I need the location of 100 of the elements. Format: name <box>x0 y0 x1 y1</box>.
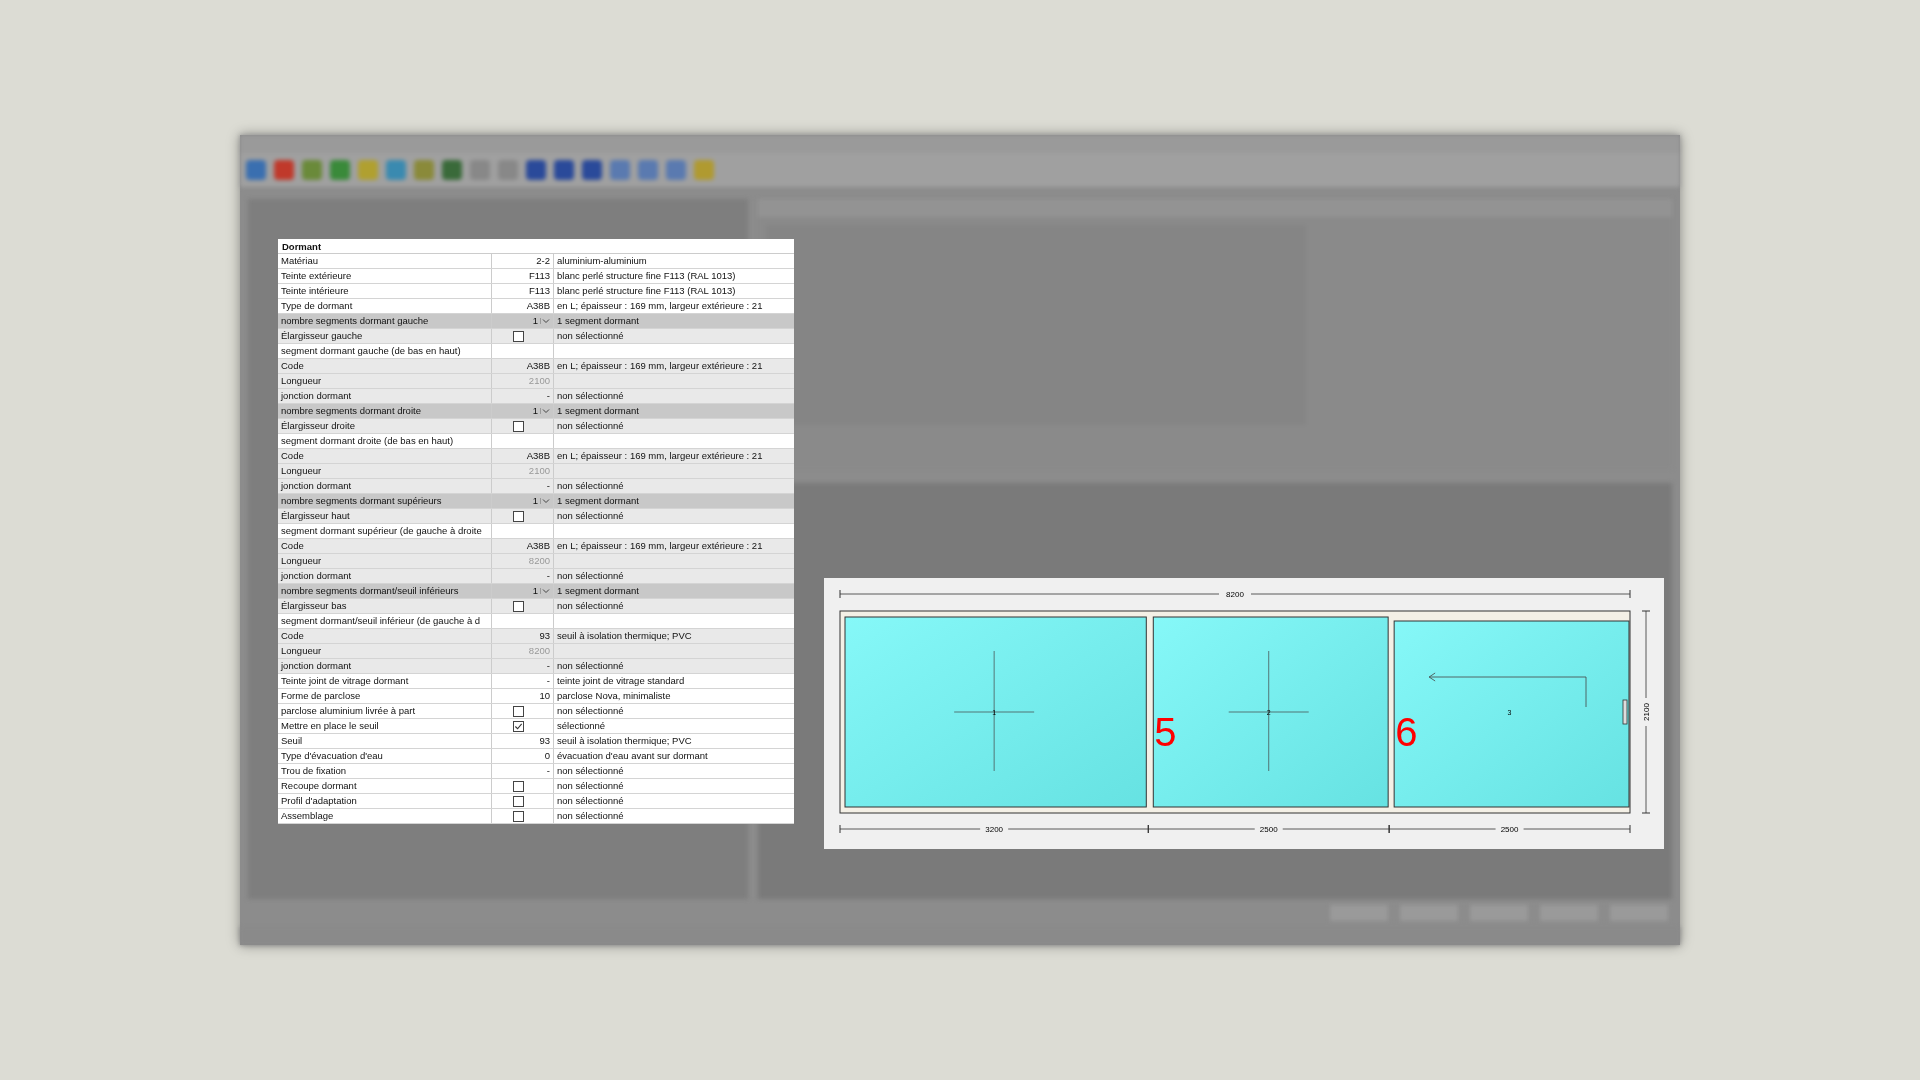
property-description: non sélectionné <box>557 795 624 806</box>
property-label: Élargisseur bas <box>281 600 347 611</box>
property-label: Seuil <box>281 735 303 746</box>
property-label: Assemblage <box>281 810 334 821</box>
toolbar-icon[interactable] <box>302 160 322 180</box>
toolbar-icon[interactable] <box>526 160 546 180</box>
property-label: jonction dormant <box>281 660 352 671</box>
property-value: A38B <box>526 449 550 463</box>
property-label: segment dormant gauche (de bas en haut) <box>281 345 461 356</box>
dimension-label: 2500 <box>1259 825 1278 834</box>
property-label: parclose aluminium livrée à part <box>281 705 416 716</box>
toolbar-icon[interactable] <box>554 160 574 180</box>
property-value: 10 <box>539 689 550 703</box>
property-value: 93 <box>539 734 550 748</box>
toolbar-icon[interactable] <box>246 160 266 180</box>
caret-icon <box>540 408 550 414</box>
toolbar-icon[interactable] <box>358 160 378 180</box>
property-value: 93 <box>539 629 550 643</box>
checkbox[interactable] <box>513 420 524 432</box>
property-value: 2100 <box>528 374 550 388</box>
property-value: F113 <box>529 269 550 283</box>
dimension-label: 3200 <box>985 825 1004 834</box>
toolbar-icon[interactable] <box>666 160 686 180</box>
property-value: 2100 <box>528 464 550 478</box>
property-description: non sélectionné <box>557 660 624 671</box>
property-value: A38B <box>526 539 550 553</box>
property-description: non sélectionné <box>557 765 624 776</box>
property-description: en L; épaisseur : 169 mm, largeur extérieure : 21 <box>557 540 763 551</box>
toolbar-icon[interactable] <box>386 160 406 180</box>
property-value: - <box>546 674 550 688</box>
count-dropdown[interactable]: 1 <box>492 404 554 418</box>
dimension-label: 2500 <box>1500 825 1519 834</box>
checkbox[interactable] <box>513 720 524 732</box>
toolbar-icon[interactable] <box>414 160 434 180</box>
property-description: non sélectionné <box>557 390 624 401</box>
property-label: Forme de parclose <box>281 690 361 701</box>
property-description: non sélectionné <box>557 810 624 821</box>
property-label: jonction dormant <box>281 480 352 491</box>
checkbox[interactable] <box>513 330 524 342</box>
property-label: nombre segments dormant gauche <box>278 314 492 328</box>
dimension-label: 2100 <box>1642 703 1651 721</box>
property-label: Code <box>281 540 304 551</box>
property-value: 8200 <box>528 554 550 568</box>
property-description: non sélectionné <box>557 705 624 716</box>
property-label: Type de dormant <box>281 300 353 311</box>
property-description: non sélectionné <box>557 570 624 581</box>
property-description: parclose Nova, minimaliste <box>557 690 671 701</box>
checkbox[interactable] <box>513 705 524 717</box>
property-label: Élargisseur haut <box>281 510 350 521</box>
property-label: Longueur <box>281 465 322 476</box>
property-label: Mettre en place le seuil <box>281 720 379 731</box>
property-description: 1 segment dormant <box>557 405 639 416</box>
caret-icon <box>540 318 550 324</box>
property-label: segment dormant supérieur (de gauche à droite <box>281 525 482 536</box>
property-description: en L; épaisseur : 169 mm, largeur extérieure : 21 <box>557 360 763 371</box>
checkbox[interactable] <box>513 795 524 807</box>
property-label: nombre segments dormant/seuil inférieurs <box>278 584 492 598</box>
property-description: en L; épaisseur : 169 mm, largeur extérieure : 21 <box>557 300 763 311</box>
property-label: Matériau <box>281 255 318 266</box>
property-description: 1 segment dormant <box>557 315 639 326</box>
property-value: A38B <box>526 299 550 313</box>
property-label: Teinte extérieure <box>281 270 352 281</box>
count-dropdown[interactable]: 1 <box>492 314 554 328</box>
property-label: Code <box>281 360 304 371</box>
property-description: non sélectionné <box>557 420 624 431</box>
property-value: - <box>546 569 550 583</box>
property-label: Élargisseur gauche <box>281 330 363 341</box>
count-dropdown[interactable]: 1 <box>492 494 554 508</box>
toolbar-icon[interactable] <box>582 160 602 180</box>
toolbar-icon[interactable] <box>442 160 462 180</box>
property-description: non sélectionné <box>557 600 624 611</box>
property-label: jonction dormant <box>281 390 352 401</box>
property-description: teinte joint de vitrage standard <box>557 675 685 686</box>
toolbar-icon[interactable] <box>638 160 658 180</box>
checkbox[interactable] <box>513 510 524 522</box>
property-description: 1 segment dormant <box>557 495 639 506</box>
property-description: aluminium-aluminium <box>557 255 647 266</box>
caret-icon <box>540 498 550 504</box>
checkbox[interactable] <box>513 810 524 822</box>
property-label: segment dormant/seuil inférieur (de gauche à d <box>281 615 481 626</box>
property-label: Trou de fixation <box>281 765 347 776</box>
count-dropdown[interactable]: 1 <box>492 584 554 598</box>
toolbar-icon[interactable] <box>610 160 630 180</box>
property-label: Élargisseur droite <box>281 420 355 431</box>
marker-number: 5 <box>1154 710 1177 754</box>
checkbox[interactable] <box>513 600 524 612</box>
toolbar-icon[interactable] <box>330 160 350 180</box>
checkbox[interactable] <box>513 780 524 792</box>
property-label: Longueur <box>281 645 322 656</box>
property-value: 2-2 <box>536 254 550 268</box>
property-value: - <box>546 764 550 778</box>
property-description: non sélectionné <box>557 510 624 521</box>
toolbar-icon[interactable] <box>694 160 714 180</box>
property-label: Teinte joint de vitrage dormant <box>281 675 409 686</box>
property-value: - <box>546 479 550 493</box>
property-description: blanc perlé structure fine F113 (RAL 1013) <box>557 285 736 296</box>
toolbar-icon[interactable] <box>274 160 294 180</box>
property-label: nombre segments dormant droite <box>278 404 492 418</box>
property-description: évacuation d'eau avant sur dormant <box>557 750 708 761</box>
property-label: Recoupe dormant <box>281 780 357 791</box>
